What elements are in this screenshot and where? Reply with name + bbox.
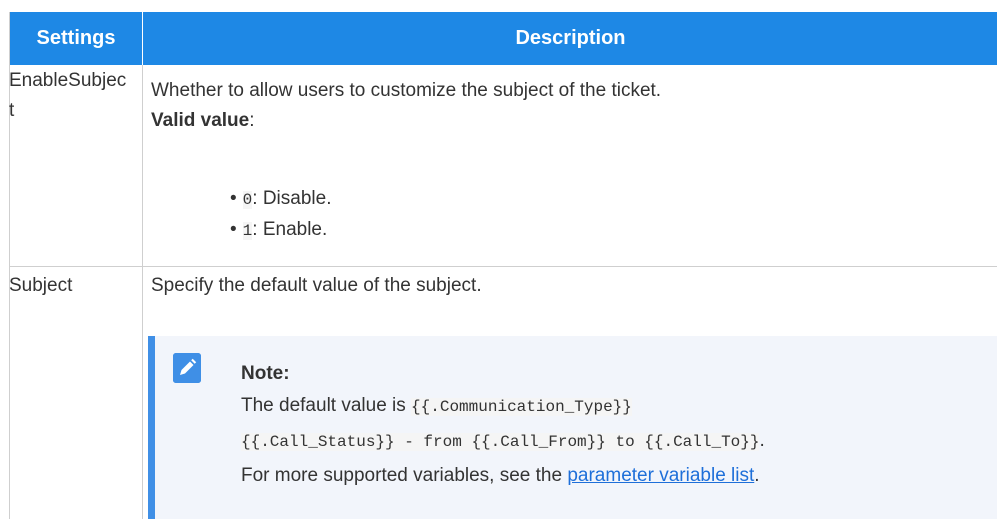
option-code: 1 <box>242 222 253 240</box>
pencil-icon <box>173 353 201 383</box>
list-item: • 0: Disable. <box>230 184 331 215</box>
row-subject-description: Specify the default value of the subject… <box>151 275 482 296</box>
note-body: The default value is {{.Communication_Ty… <box>241 389 996 493</box>
option-code: 0 <box>242 191 253 209</box>
option-text: : Disable. <box>252 188 332 209</box>
row-subject-setting: Subject <box>9 275 73 296</box>
code-communication-type: {{.Communication_Type}} <box>411 398 632 416</box>
note-line-3-suffix: . <box>754 465 760 486</box>
valid-value-list: • 0: Disable. • 1: Enable. <box>230 184 331 246</box>
code-call-status: {{.Call_Status}} - from {{.Call_From}} t… <box>241 433 760 451</box>
note-box: Note: The default value is {{.Communicat… <box>148 336 997 519</box>
row-divider <box>10 266 997 267</box>
column-divider <box>142 65 143 519</box>
note-line-1: The default value is {{.Communication_Ty… <box>241 389 996 424</box>
bullet: • <box>230 188 237 209</box>
note-line-3: For more supported variables, see the pa… <box>241 459 996 493</box>
valid-value-line: Valid value: <box>151 106 981 136</box>
note-line-2-suffix: . <box>759 430 765 451</box>
row-enablesubject-description: Whether to allow users to customize the … <box>151 76 981 136</box>
note-line-3-prefix: For more supported variables, see the <box>241 465 568 486</box>
note-line-1-prefix: The default value is <box>241 395 412 416</box>
row-enablesubject-setting: EnableSubject <box>9 70 127 121</box>
list-item: • 1: Enable. <box>230 215 331 246</box>
parameter-variable-list-link[interactable]: parameter variable list <box>567 465 754 486</box>
valid-value-colon: : <box>249 110 255 131</box>
header-description: Description <box>515 27 626 49</box>
note-title: Note: <box>241 363 290 384</box>
enablesubject-description-text: Whether to allow users to customize the … <box>151 80 662 101</box>
table-header: Settings Description <box>10 12 997 65</box>
header-settings: Settings <box>36 27 116 49</box>
valid-value-label: Valid value <box>151 110 250 131</box>
note-line-2: {{.Call_Status}} - from {{.Call_From}} t… <box>241 424 996 459</box>
bullet: • <box>230 219 237 240</box>
option-text: : Enable. <box>252 219 328 240</box>
